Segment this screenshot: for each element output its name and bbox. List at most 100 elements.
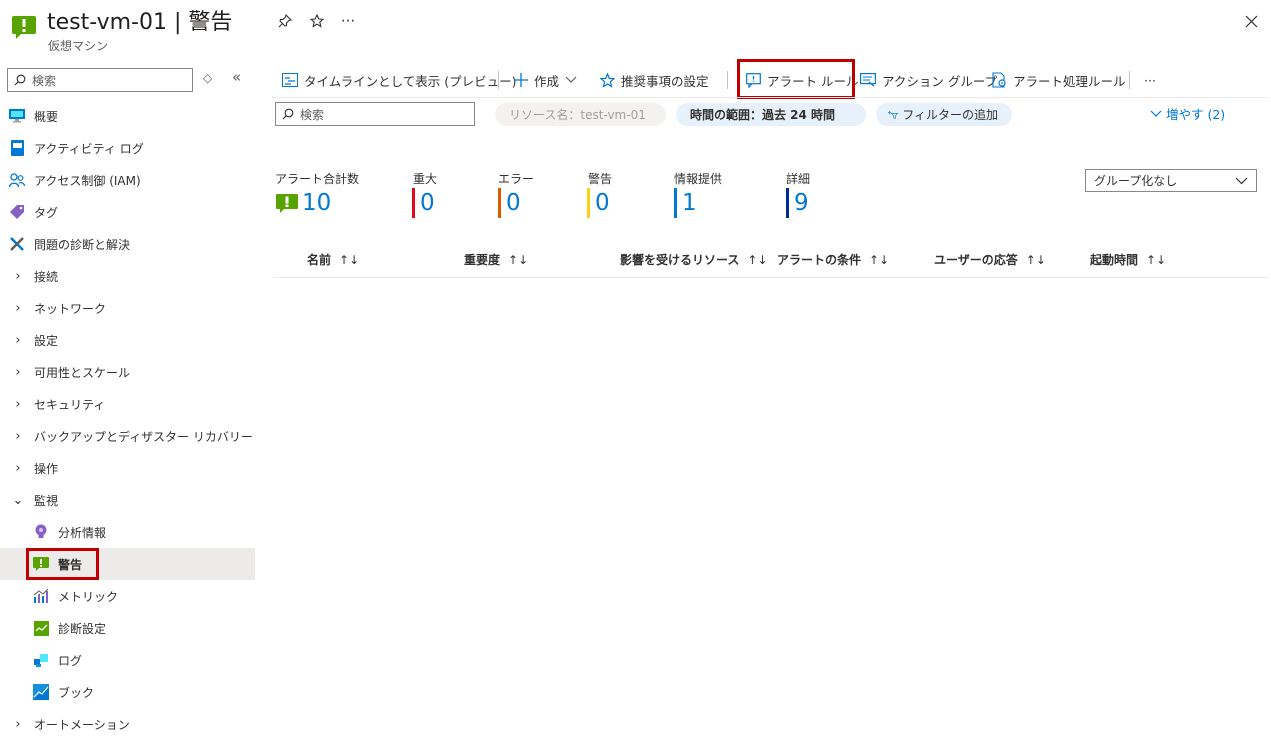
sidebar-item-security[interactable]: › セキュリティ [0,388,255,420]
sidebar-item-label: ネットワーク [34,301,107,316]
column-header-affected-resource[interactable]: 影響を受けるリソース ↑↓ [620,251,768,268]
group-by-value: グループ化なし [1094,174,1178,188]
sidebar-item-logs[interactable]: ログ [0,644,255,676]
sidebar-item-settings[interactable]: › 設定 [0,324,255,356]
sidebar-item-label: 問題の診断と解決 [34,237,131,252]
more-filters-label: 増やす (2) [1166,107,1226,122]
sidebar-item-activity-log[interactable]: アクティビティ ログ [0,132,255,164]
column-header-severity[interactable]: 重要度 ↑↓ [464,251,528,268]
column-header-fired-time[interactable]: 起動時間 ↑↓ [1090,251,1166,268]
sidebar-item-connect[interactable]: › 接続 [0,260,255,292]
severity-verbose-value[interactable]: 9 [786,188,809,218]
sidebar-item-workbooks[interactable]: ブック [0,676,255,708]
chevron-down-icon: ⌄ [12,492,24,508]
add-filter-label: フィルターの追加 [902,108,998,122]
time-range-filter-pill[interactable]: 時間の範囲：過去 24 時間 [676,103,866,126]
diagnostic-icon [32,619,50,637]
column-header-name[interactable]: 名前 ↑↓ [307,251,359,268]
total-alerts-count: 10 [302,190,332,216]
sidebar-search-placeholder: 検索 [32,73,57,88]
chevron-down-icon [1235,177,1248,184]
severity-info-label: 情報提供 [674,172,723,186]
page-subtitle: 仮想マシン [48,39,109,53]
sidebar-item-tags[interactable]: タグ [0,196,255,228]
chevron-right-icon: › [15,268,21,284]
sort-icon: ↑↓ [747,252,768,267]
column-label: 影響を受けるリソース [620,253,740,267]
alert-processing-rules-button[interactable]: アラート処理ルール [992,64,1126,96]
add-filter-button[interactable]: フィルターの追加 [876,103,1012,126]
toolbar-divider [498,71,499,89]
sidebar-search-input[interactable]: 検索 [7,68,193,92]
column-label: 重要度 [464,253,501,267]
sidebar-item-metrics[interactable]: メトリック [0,580,255,612]
sidebar-item-diagnose[interactable]: 問題の診断と解決 [0,228,255,260]
severity-error-label: エラー [498,172,535,186]
add-filter-icon [888,110,899,119]
sidebar-item-label: 診断設定 [58,621,107,636]
sort-icon: ↑↓ [1146,252,1167,267]
severity-critical-count: 0 [420,190,435,216]
alerts-search-input[interactable]: 検索 [275,102,475,126]
sidebar-item-label: セキュリティ [34,397,106,412]
chevron-right-icon: › [15,332,21,348]
chevron-right-icon: › [15,428,21,444]
severity-error-value[interactable]: 0 [498,188,521,218]
create-button[interactable]: 作成 [514,64,577,96]
processing-rule-icon [992,72,1006,88]
sidebar-item-label: アクセス制御 (IAM) [34,173,141,188]
recommendations-button[interactable]: 推奨事項の設定 [600,64,709,96]
sidebar-item-monitoring[interactable]: ⌄ 監視 [0,484,255,516]
sidebar-item-insights[interactable]: 分析情報 [0,516,255,548]
toolbar-more-button[interactable]: ··· [1144,64,1156,96]
total-alerts-label: アラート合計数 [275,172,360,186]
sidebar-item-label: アクティビティ ログ [34,141,144,156]
severity-warning-value[interactable]: 0 [587,188,610,218]
column-label: アラートの条件 [777,253,862,267]
column-header-alert-condition[interactable]: アラートの条件 ↑↓ [777,251,889,268]
more-filters-link[interactable]: 増やす (2) [1150,104,1225,123]
sidebar-item-operations[interactable]: › 操作 [0,452,255,484]
sidebar-item-availability[interactable]: › 可用性とスケール [0,356,255,388]
sidebar-item-diagnostic-settings[interactable]: 診断設定 [0,612,255,644]
sidebar-item-backup[interactable]: › バックアップとディザスター リカバリー [0,420,255,452]
table-header-divider [274,277,1268,278]
sidebar-item-network[interactable]: › ネットワーク [0,292,255,324]
search-icon [282,108,294,120]
resource-filter-pill: リソース名：test-vm-01 [495,103,666,126]
column-header-user-response[interactable]: ユーザーの応答 ↑↓ [934,251,1046,268]
severity-warning-bar [587,188,590,218]
star-icon [600,72,615,88]
severity-verbose-label: 詳細 [786,172,811,186]
sidebar-item-automation[interactable]: › オートメーション [0,708,255,738]
close-icon[interactable] [1240,10,1262,32]
favorite-star-icon[interactable] [306,10,328,32]
column-label: 起動時間 [1090,253,1139,267]
severity-error-count: 0 [506,190,521,216]
action-groups-button[interactable]: アクション グループ [860,64,997,96]
total-alerts-value[interactable]: 10 [276,188,331,218]
timeline-view-button[interactable]: タイムラインとして表示 (プレビュー) [282,64,516,96]
logs-icon [32,651,50,669]
sidebar-item-iam[interactable]: アクセス制御 (IAM) [0,164,255,196]
chevron-right-icon: › [15,460,21,476]
tag-icon [8,203,26,221]
pin-icon[interactable] [274,10,296,32]
sidebar-item-overview[interactable]: 概要 [0,100,255,132]
group-by-dropdown[interactable]: グループ化なし [1085,169,1257,192]
severity-info-value[interactable]: 1 [674,188,697,218]
sidebar: 検索 ◇ « 概要 アクティビティ ログ アクセス制御 (IAM) タグ 問題の… [0,60,255,738]
expand-collapse-icon[interactable]: ◇ [203,71,212,85]
severity-critical-value[interactable]: 0 [412,188,435,218]
toolbar-divider-line [272,97,1268,98]
collapse-sidebar-icon[interactable]: « [232,68,241,86]
chevron-down-icon [565,76,577,83]
action-groups-label: アクション グループ [882,73,998,89]
sidebar-item-label: タグ [34,205,59,220]
highlight-box-alert-rules [737,59,855,99]
recommendations-label: 推奨事項の設定 [621,73,709,89]
header-more-button[interactable]: ··· [337,10,359,32]
sidebar-item-label: 接続 [34,269,59,284]
toolbar-divider [1129,71,1130,89]
sidebar-item-label: オートメーション [34,717,130,732]
